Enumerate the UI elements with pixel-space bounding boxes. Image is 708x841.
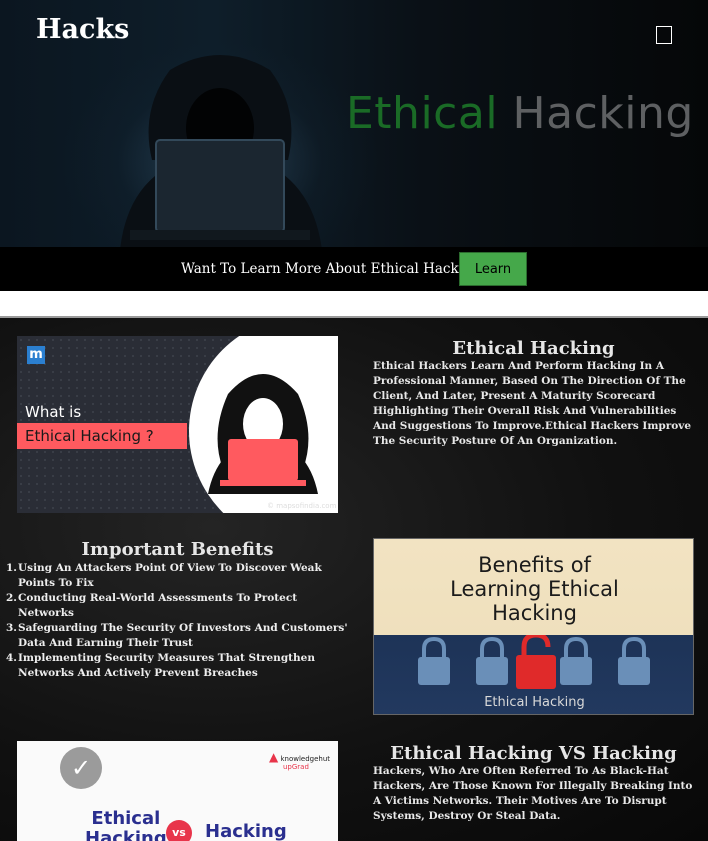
knowledgehut-logo: ▲ knowledgehut upGrad bbox=[269, 750, 331, 771]
image-right-label: Hacking bbox=[205, 821, 287, 841]
image-credit: © mapsofindia.com bbox=[267, 502, 337, 510]
hooded-hacker-illustration bbox=[120, 55, 322, 247]
image-line2: Learning Ethical bbox=[450, 577, 619, 601]
what-is-ethical-hacking-image: m What is Ethical Hacking ? © mapsofindi… bbox=[17, 336, 338, 513]
ethical-hacking-description: Ethical Hackers Learn And Perform Hackin… bbox=[373, 360, 692, 447]
benefits-list: 1. Using An Attackers Point Of View To Di… bbox=[6, 561, 348, 681]
menu-icon[interactable] bbox=[656, 26, 672, 44]
image-caption-line2: Ethical Hacking ? bbox=[17, 423, 187, 449]
list-item: 2. Conducting Real-World Assessments To P… bbox=[6, 592, 298, 619]
hero-banner: Hacks Ethical Hacking bbox=[0, 0, 708, 247]
list-item: 4. Implementing Security Measures That St… bbox=[6, 652, 315, 679]
image-left-label: Ethical Hacking bbox=[85, 808, 167, 841]
padlock-icons bbox=[418, 635, 650, 689]
vs-heading: Ethical Hacking VS Hacking bbox=[390, 743, 677, 764]
site-brand-logo[interactable]: Hacks bbox=[36, 14, 129, 45]
cta-bar: Want To Learn More About Ethical Hacking… bbox=[0, 247, 708, 291]
image-caption-line1: What is bbox=[25, 403, 82, 421]
content-section: m What is Ethical Hacking ? © mapsofindi… bbox=[0, 318, 708, 841]
vs-description: Hackers, Who Are Often Referred To As Bl… bbox=[373, 765, 693, 822]
hero-background-image bbox=[60, 40, 380, 247]
image-line1: Benefits of bbox=[478, 553, 591, 577]
hacker-laptop-icon bbox=[208, 374, 318, 494]
ethical-hacking-heading: Ethical Hacking bbox=[452, 338, 615, 359]
learn-button[interactable]: Learn bbox=[459, 252, 527, 286]
vs-badge: vs bbox=[166, 820, 192, 841]
image-footer: Ethical Hacking bbox=[484, 695, 585, 710]
hero-title-word-hacking: Hacking bbox=[512, 88, 694, 139]
list-item: 3. Safeguarding The Security Of Investors… bbox=[6, 622, 348, 649]
important-benefits-heading: Important Benefits bbox=[81, 539, 274, 560]
hero-title-word-ethical: Ethical bbox=[346, 88, 499, 139]
ethical-hacking-vs-hacking-image: ✓ ▲ knowledgehut upGrad Ethical Hacking vs… bbox=[17, 741, 338, 841]
hero-title: Ethical Hacking bbox=[346, 88, 694, 139]
checkmark-icon: ✓ bbox=[60, 747, 102, 789]
mapsofindia-logo: m bbox=[27, 346, 45, 364]
cta-text: Want To Learn More About Ethical Hacking… bbox=[181, 261, 492, 277]
list-item: 1. Using An Attackers Point Of View To Di… bbox=[6, 562, 322, 589]
image-line3: Hacking bbox=[492, 601, 577, 625]
benefits-of-learning-image: Benefits of Learning Ethical Hacking Eth… bbox=[373, 538, 694, 715]
